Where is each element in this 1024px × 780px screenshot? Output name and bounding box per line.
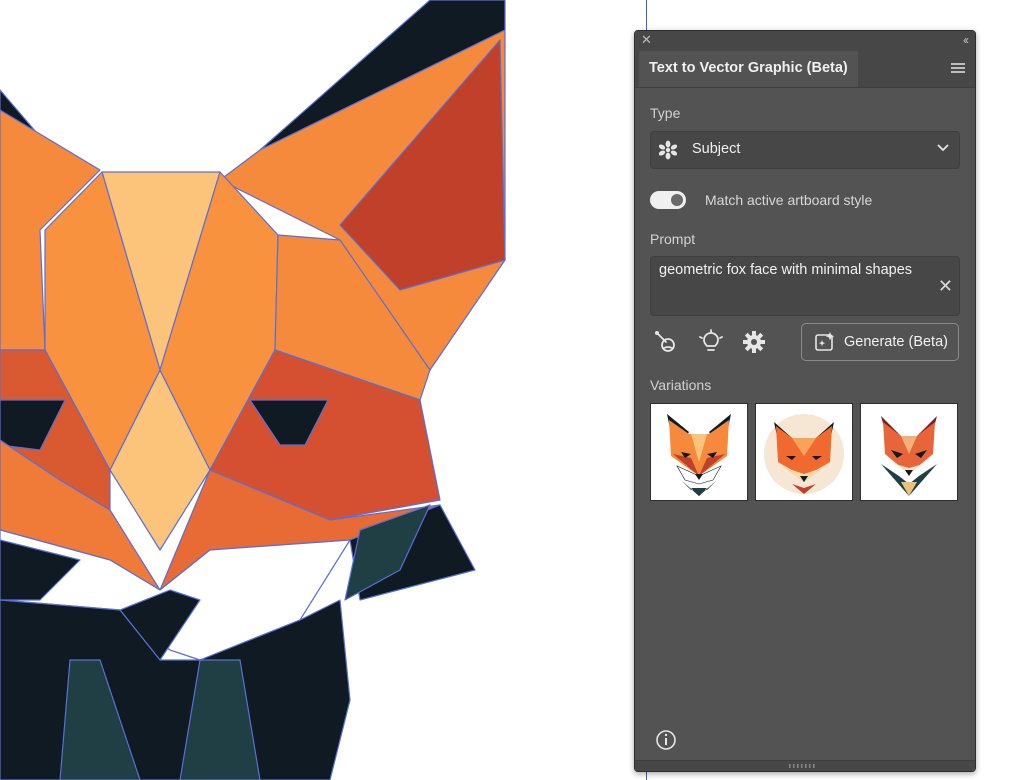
text-to-vector-panel: ✕ ‹‹ Text to Vector Graphic (Beta) Type … [634, 30, 976, 772]
gear-icon[interactable] [741, 329, 767, 355]
eyedropper-icon[interactable] [653, 329, 679, 355]
info-icon[interactable] [655, 729, 677, 751]
generate-sparkle-icon [815, 332, 835, 351]
prompt-input[interactable]: geometric fox face with minimal shapes ✕ [650, 256, 960, 316]
variations-label: Variations [650, 377, 712, 393]
toggle-knob [671, 194, 683, 206]
chevron-down-icon [937, 144, 949, 152]
tab-text-to-vector[interactable]: Text to Vector Graphic (Beta) [639, 51, 858, 87]
variation-thumbnail-2[interactable] [755, 403, 853, 501]
close-panel-icon[interactable]: ✕ [641, 31, 652, 49]
fox-variation-3-image [881, 416, 937, 496]
panel-tab-bar: Text to Vector Graphic (Beta) [635, 49, 975, 88]
clear-prompt-icon[interactable]: ✕ [938, 277, 953, 295]
variation-thumbnail-1[interactable] [650, 403, 748, 501]
type-value: Subject [692, 141, 741, 157]
fox-variation-2-image [764, 414, 844, 494]
type-dropdown[interactable]: Subject [650, 131, 960, 169]
fox-variation-1-image [667, 414, 731, 496]
variation-thumbnail-3[interactable] [860, 403, 958, 501]
generate-label: Generate (Beta) [844, 334, 948, 350]
match-style-label: Match active artboard style [705, 192, 873, 208]
collapse-panel-icon[interactable]: ‹‹ [963, 31, 969, 49]
panel-title-bar[interactable]: ✕ ‹‹ [635, 31, 975, 50]
generate-button[interactable]: Generate (Beta) [801, 323, 959, 361]
prompt-label: Prompt [650, 231, 696, 247]
match-style-toggle[interactable] [650, 191, 686, 209]
panel-menu-icon[interactable] [951, 63, 965, 73]
lightbulb-icon[interactable] [698, 329, 724, 355]
panel-bottom-strip [635, 760, 975, 771]
resize-grip-icon[interactable] [789, 763, 819, 769]
prompt-text: geometric fox face with minimal shapes [659, 262, 913, 278]
type-label: Type [650, 105, 681, 121]
flower-icon [658, 140, 678, 160]
